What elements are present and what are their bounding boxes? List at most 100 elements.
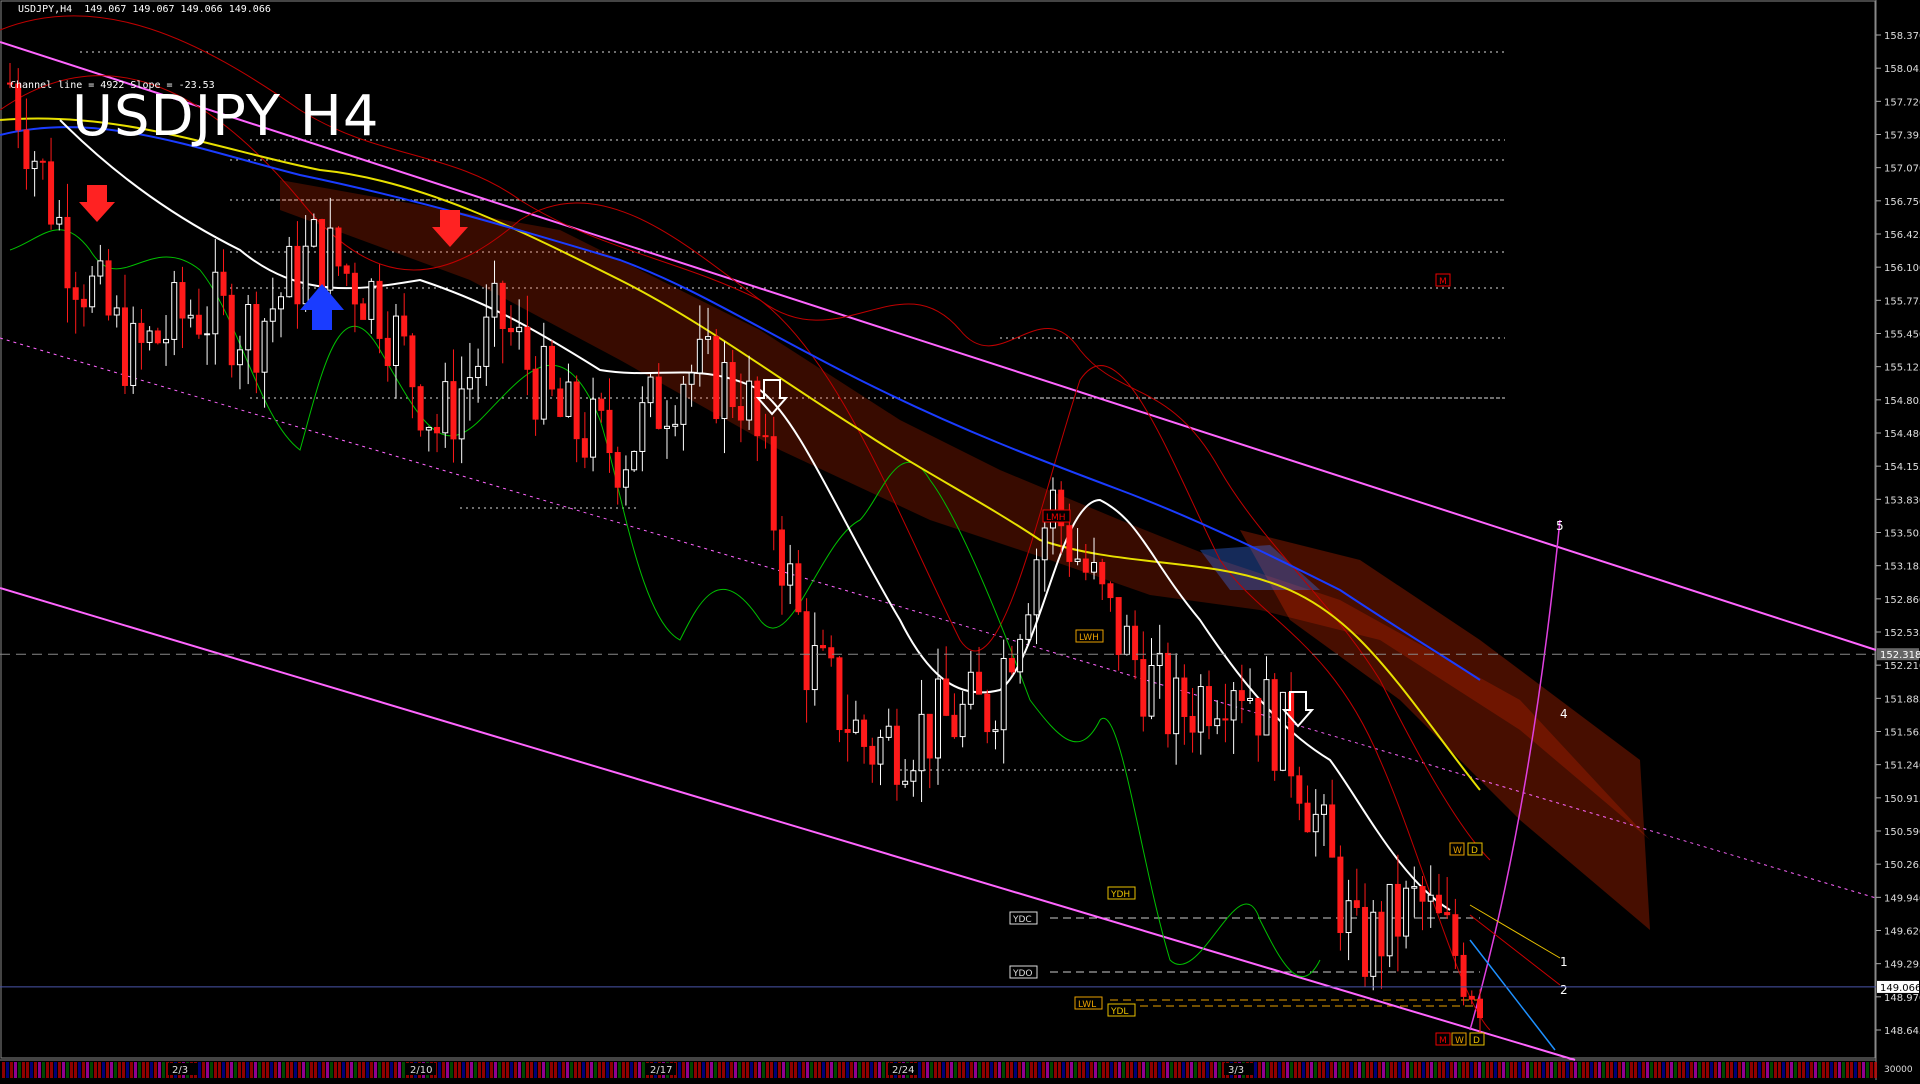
time-strip-cell (514, 1062, 517, 1078)
time-strip-cell (774, 1062, 777, 1078)
candle-body (1279, 691, 1286, 771)
candle-body (647, 376, 654, 404)
time-strip-cell (78, 1062, 81, 1078)
candle-body (1074, 558, 1081, 562)
time-strip-cell (1042, 1062, 1045, 1078)
candle-body (557, 388, 564, 417)
time-label: 2/24 (892, 1065, 914, 1076)
time-strip-cell (202, 1062, 205, 1078)
channel-lower (0, 587, 1576, 1061)
time-strip-cell (1810, 1062, 1813, 1078)
time-strip-cell (1266, 1062, 1269, 1078)
candle-body (39, 160, 46, 163)
time-strip-cell (1370, 1062, 1373, 1078)
time-strip-cell (1198, 1062, 1201, 1078)
time-strip-cell (398, 1062, 401, 1078)
candle-body (286, 245, 293, 298)
w-tag-bottom: W (1455, 1036, 1464, 1046)
time-strip-cell (950, 1062, 953, 1078)
time-strip-cell (250, 1062, 253, 1078)
price-chart[interactable]: YDHYDCYDOLWLYDLLWHLMHMWDMWD1245 158.3701… (0, 0, 1920, 1080)
time-strip-cell (258, 1062, 261, 1078)
time-strip-cell (702, 1062, 705, 1078)
time-strip-cell (926, 1062, 929, 1078)
time-strip-cell (362, 1062, 365, 1078)
candle-body (1230, 690, 1237, 721)
time-strip-cell (1022, 1062, 1025, 1078)
time-strip-cell (150, 1062, 153, 1078)
time-strip-cell (1558, 1062, 1561, 1078)
time-strip-cell (1826, 1062, 1829, 1078)
candle-body (844, 729, 851, 733)
wave-label: 5 (1556, 519, 1564, 533)
time-strip-cell (1082, 1062, 1085, 1078)
candle-body (1148, 665, 1155, 717)
time-strip-cell (1278, 1062, 1281, 1078)
time-strip-cell (458, 1062, 461, 1078)
time-strip-cell (962, 1062, 965, 1078)
price-tick-label: 154.480 (1884, 429, 1920, 440)
time-strip-cell (622, 1062, 625, 1078)
candle-body (220, 271, 227, 296)
price-tick-label: 154.155 (1884, 462, 1920, 473)
time-strip-cell (1754, 1062, 1757, 1078)
time-strip-cell (1306, 1062, 1309, 1078)
time-strip-cell (1510, 1062, 1513, 1078)
price-tick-label: 158.370 (1884, 31, 1920, 42)
candle-body (236, 349, 243, 366)
candle-body (1214, 718, 1221, 727)
time-strip-cell (370, 1062, 373, 1078)
time-strip-cell (1286, 1062, 1289, 1078)
time-strip-cell (270, 1062, 273, 1078)
time-strip-cell (1274, 1062, 1277, 1078)
candle-body (269, 308, 276, 322)
time-strip-cell (790, 1062, 793, 1078)
time-strip-cell (1086, 1062, 1089, 1078)
time-strip-cell (98, 1062, 101, 1078)
time-strip-cell (978, 1062, 981, 1078)
time-strip-cell (46, 1062, 49, 1078)
time-strip-cell (590, 1062, 593, 1078)
time-strip-cell (802, 1062, 805, 1078)
time-strip-cell (262, 1062, 265, 1078)
current-price-tag-label: 149.066 (1880, 983, 1920, 994)
time-strip-cell (110, 1062, 113, 1078)
candle-body (663, 425, 670, 429)
time-strip-cell (10, 1062, 13, 1078)
chart-area[interactable]: YDHYDCYDOLWLYDLLWHLMHMWDMWD1245 158.3701… (0, 0, 1920, 1080)
time-strip-cell (1398, 1062, 1401, 1078)
time-strip-cell (1262, 1062, 1265, 1078)
candle-body (573, 381, 580, 440)
time-strip-cell (146, 1062, 149, 1078)
candle-body (204, 333, 211, 336)
time-strip-cell (750, 1062, 753, 1078)
time-strip-cell (1318, 1062, 1321, 1078)
time-strip-cell (454, 1062, 457, 1078)
candle-body (836, 657, 843, 731)
candle-body (672, 423, 679, 427)
time-strip-cell (586, 1062, 589, 1078)
time-strip-cell (1566, 1062, 1569, 1078)
price-tick-label: 152.210 (1884, 661, 1920, 672)
candle-body (1238, 690, 1245, 702)
candle-body (1345, 900, 1352, 934)
candle-body (1008, 657, 1015, 673)
time-strip-cell (1646, 1062, 1649, 1078)
candle-body (1107, 583, 1114, 599)
time-strip-cell (1026, 1062, 1029, 1078)
time-strip-cell (1834, 1062, 1837, 1078)
price-tick-label: 151.565 (1884, 728, 1920, 739)
time-strip-cell (922, 1062, 925, 1078)
candle-body (335, 227, 342, 267)
m-tag-bottom: M (1439, 1036, 1447, 1046)
time-strip-cell (1410, 1062, 1413, 1078)
time-strip-cell (1438, 1062, 1441, 1078)
candle-body (1362, 906, 1369, 977)
time-strip-cell (682, 1062, 685, 1078)
candle-body (458, 388, 465, 440)
time-strip-cell (1254, 1062, 1257, 1078)
time-strip-cell (758, 1062, 761, 1078)
time-strip-cell (1490, 1062, 1493, 1078)
price-tick-label: 149.295 (1884, 960, 1920, 971)
time-strip-cell (1630, 1062, 1633, 1078)
